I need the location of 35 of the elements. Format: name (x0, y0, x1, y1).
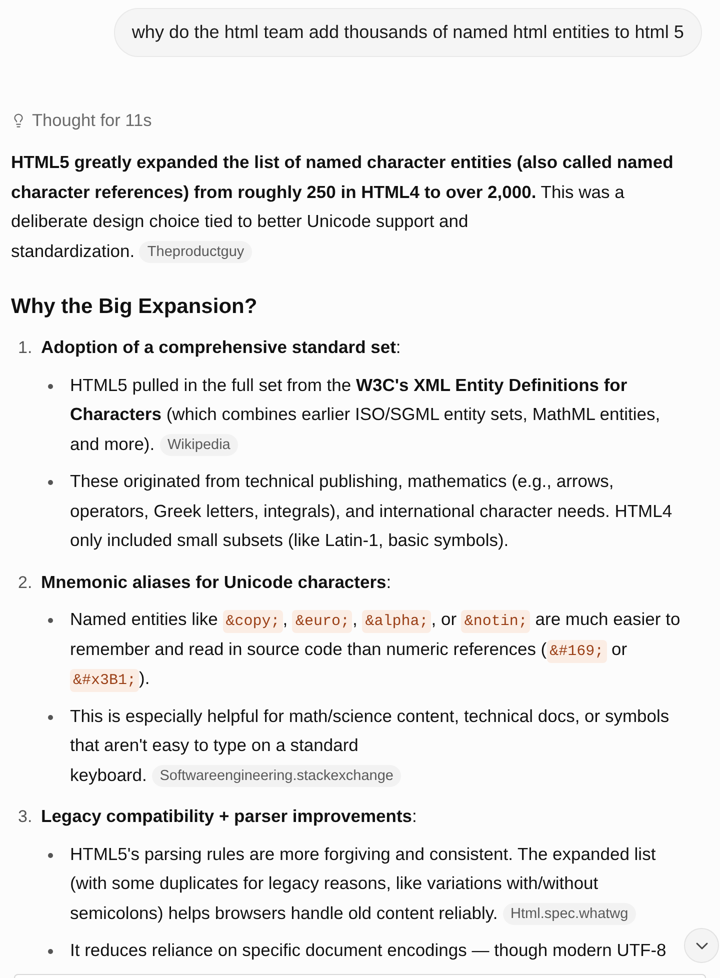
list-number: 2. (18, 572, 34, 594)
section-heading: Why the Big Expansion? (11, 294, 258, 320)
list-item-title: Adoption of a comprehensive standard set: (41, 336, 401, 359)
inline-code: &copy; (222, 610, 283, 633)
bullet-text: HTML5's parsing rules are more forgiving and consistent. The expanded list (with some duplicates for legacy reasons, like variations with/without semicolons) helps browsers handle old content reliably. Html.spec.whatwg (70, 842, 657, 926)
bullet-icon (48, 480, 53, 485)
citation-link[interactable]: Softwareengineering.stackexchange (152, 764, 402, 786)
inline-code: &euro; (292, 610, 352, 633)
inline-code: &#169; (546, 640, 607, 662)
bullet-icon (48, 949, 53, 954)
bullet-text: These originated from technical publishing, mathematics (e.g., arrows, operators, Greek letters, integrals), and international character needs. HTML4 only included small subsets (like Latin-1, basic symbols). (70, 470, 674, 552)
bullet-icon (48, 714, 53, 720)
list-item-title: Mnemonic aliases for Unicode characters: (41, 570, 392, 594)
list-item-title: Legacy compatibility + parser improvements: (41, 805, 417, 828)
citation-link[interactable]: Html.spec.whatwg (502, 902, 636, 924)
intro-paragraph: HTML5 greatly expanded the list of named character entities (also called named character references) from roughly 250 in HTML4 to over 2,000. This was a deliberate design choice tied to better Unicode support and standardization. Theproductguy (11, 151, 674, 264)
inline-code: &notin; (461, 610, 530, 633)
bullet-text: HTML5 pulled in the full set from the W3C's XML Entity Definitions for Characters (which combines earlier ISO/SGML entity sets, MathML entities, and more). Wikipedia (70, 374, 662, 458)
list-number: 3. (18, 806, 34, 828)
inline-code: &alpha; (362, 610, 432, 633)
citation-link[interactable]: Wikipedia (160, 434, 238, 456)
bullet-icon (48, 618, 53, 623)
bullet-text: Named entities like &copy; , &euro; , &alpha; , or &notin; are much easier to remember and read in source code than numeric references ( &#169; or &#x3B1; ). (70, 605, 692, 694)
message-input-field[interactable] (14, 974, 706, 978)
user-message: why do the html team add thousands of named html entities to html 5 (114, 8, 702, 57)
thought-toggle[interactable]: Thought for 11s (11, 108, 692, 132)
scroll-down-button[interactable] (684, 928, 719, 963)
citation-link[interactable]: Theproductguy (139, 240, 252, 262)
list-number: 1. (18, 337, 34, 359)
bullet-text: This is especially helpful for math/science content, technical docs, or symbols that aren't easy to type on a standard keyboard. Softwareengineering.stackexchange (70, 704, 670, 788)
inline-code: &#x3B1; (70, 669, 140, 692)
bullet-text: It reduces reliance on specific document encodings — though modern UTF-8 (70, 939, 666, 962)
bullet-icon (48, 384, 53, 388)
bullet-icon (48, 852, 53, 858)
lightbulb-icon (11, 112, 26, 128)
